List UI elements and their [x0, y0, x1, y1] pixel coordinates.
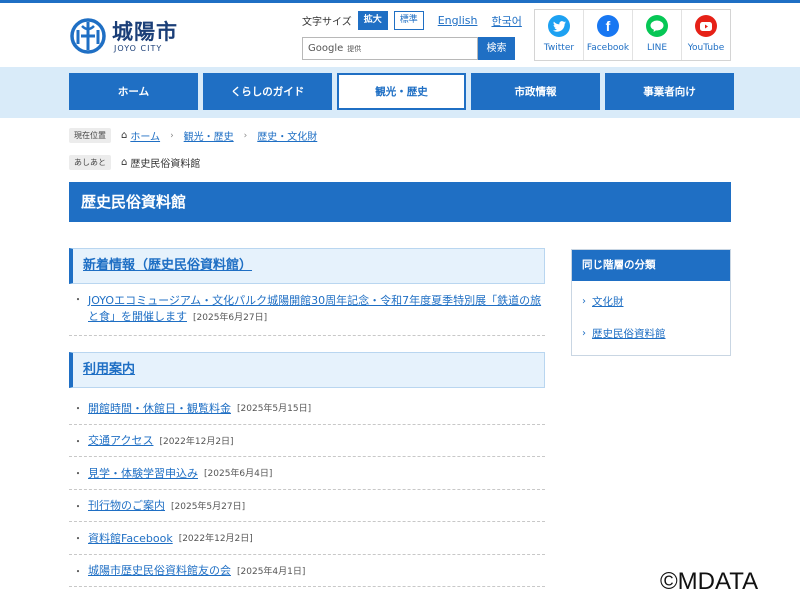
chevron-right-icon: › [582, 327, 586, 339]
guide-item-date: [2025年5月15日] [237, 404, 312, 415]
list-item: ・ 開館時間・休館日・観覧料金 [2025年5月15日] [69, 392, 545, 425]
news-item: ・ JOYOエコミュージアム・文化パルク城陽開館30周年記念・令和7年度夏季特別… [69, 284, 545, 336]
site-search: Google 提供 検索 [302, 37, 515, 60]
sidebar-heading: 同じ階層の分類 [572, 250, 730, 281]
list-item: ・ 交通アクセス [2022年12月2日] [69, 425, 545, 457]
guide-item-link[interactable]: 見学・体験学習申込み [88, 465, 198, 481]
sidebar-item-label[interactable]: 歴史民俗資料館 [592, 326, 666, 341]
line-label: LINE [646, 43, 668, 53]
main-content: 新着情報（歴史民俗資料館） ・ JOYOエコミュージアム・文化パルク城陽開館30… [69, 248, 545, 587]
guide-item-link[interactable]: 刊行物のご案内 [88, 497, 165, 513]
city-emblem-icon [70, 18, 106, 54]
news-heading-text[interactable]: 新着情報（歴史民俗資料館） [83, 258, 252, 273]
news-section-heading[interactable]: 新着情報（歴史民俗資料館） [69, 248, 545, 284]
nav-living-guide[interactable]: くらしのガイド [203, 73, 332, 110]
home-icon: ⌂ [121, 130, 128, 141]
bullet: ・ [73, 404, 83, 416]
bullet: ・ [73, 501, 83, 513]
facebook-icon: f [597, 15, 619, 37]
sidebar-item-history-museum[interactable]: › 歴史民俗資料館 [572, 317, 730, 349]
search-provided-text: 提供 [347, 44, 362, 53]
breadcrumb-home[interactable]: ホーム [130, 128, 160, 143]
bullet: ・ [73, 436, 83, 448]
global-nav: ホーム くらしのガイド 観光・歴史 市政情報 事業者向け [69, 73, 734, 110]
guide-item-date: [2025年5月27日] [171, 501, 246, 512]
guide-item-link[interactable]: 城陽市歴史民俗資料館友の会 [88, 562, 231, 578]
bullet: ・ [73, 566, 83, 578]
chevron-right-icon: › [170, 130, 174, 141]
footprints-tag: あしあと [69, 155, 111, 170]
list-item: ・ 刊行物のご案内 [2025年5月27日] [69, 490, 545, 522]
guide-item-date: [2022年12月2日] [178, 534, 253, 545]
social-links: Twitter f Facebook LINE YouTube [534, 9, 731, 61]
footprint-item: 歴史民俗資料館 [130, 159, 201, 170]
news-item-link[interactable]: JOYOエコミュージアム・文化パルク城陽開館30周年記念・令和7年度夏季特別展「… [88, 294, 541, 323]
logo-subtitle: JOYO CITY [114, 43, 163, 53]
guide-item-date: [2025年4月1日] [237, 566, 306, 577]
bullet: ・ [73, 295, 83, 306]
line-link[interactable]: LINE [633, 10, 682, 60]
google-logo-text: Google [308, 43, 344, 54]
watermark: ©MDATA [660, 568, 759, 595]
list-item: ・ 城陽市歴史民俗資料館友の会 [2025年4月1日] [69, 555, 545, 587]
breadcrumb: 現在位置 ⌂ ホーム › 観光・歴史 › 歴史・文化財 [69, 128, 317, 143]
guide-item-link[interactable]: 開館時間・休館日・観覧料金 [88, 400, 231, 416]
guide-item-link[interactable]: 資料館Facebook [88, 530, 173, 546]
sidebar: 同じ階層の分類 › 文化財 › 歴史民俗資料館 [571, 249, 731, 356]
lang-english-link[interactable]: English [438, 14, 478, 27]
guide-item-date: [2022年12月2日] [159, 436, 234, 447]
search-button[interactable]: 検索 [478, 37, 515, 60]
footprints: あしあと ⌂ 歴史民俗資料館 [69, 155, 200, 170]
youtube-link[interactable]: YouTube [682, 10, 730, 60]
twitter-icon [548, 15, 570, 37]
breadcrumb-tourism-history[interactable]: 観光・歴史 [184, 128, 234, 143]
home-icon: ⌂ [121, 157, 128, 168]
logo-name: 城陽市 [112, 19, 178, 44]
bullet: ・ [73, 469, 83, 481]
sidebar-item-cultural-property[interactable]: › 文化財 [572, 285, 730, 317]
lang-korean-link[interactable]: 한국어 [491, 13, 521, 29]
nav-tourism-history[interactable]: 観光・歴史 [337, 73, 466, 110]
guide-section-heading[interactable]: 利用案内 [69, 352, 545, 388]
news-item-date: [2025年6月27日] [193, 313, 268, 323]
nav-business[interactable]: 事業者向け [605, 73, 734, 110]
line-icon [646, 15, 668, 37]
search-input[interactable]: Google 提供 [302, 37, 478, 60]
guide-item-link[interactable]: 交通アクセス [88, 432, 153, 448]
bullet: ・ [73, 534, 83, 546]
font-size-label: 文字サイズ [302, 17, 352, 28]
youtube-icon [695, 15, 717, 37]
facebook-link[interactable]: f Facebook [584, 10, 633, 60]
font-size-large-button[interactable]: 拡大 [357, 11, 388, 30]
twitter-link[interactable]: Twitter [535, 10, 584, 60]
page-title: 歴史民俗資料館 [69, 182, 731, 222]
twitter-label: Twitter [543, 43, 575, 53]
list-item: ・ 資料館Facebook [2022年12月2日] [69, 522, 545, 555]
current-location-tag: 現在位置 [69, 128, 111, 143]
font-size-normal-button[interactable]: 標準 [393, 11, 424, 30]
youtube-label: YouTube [687, 43, 725, 53]
chevron-right-icon: › [243, 130, 248, 141]
list-item: ・ 見学・体験学習申込み [2025年6月4日] [69, 457, 545, 490]
top-accent-bar [0, 0, 800, 3]
breadcrumb-history-culture[interactable]: 歴史・文化財 [257, 128, 317, 143]
chevron-right-icon: › [582, 295, 586, 307]
nav-home[interactable]: ホーム [69, 73, 198, 110]
font-size-controls: 文字サイズ 拡大 標準 English 한국어 [302, 11, 522, 30]
facebook-label: Facebook [586, 43, 630, 53]
site-logo[interactable]: 城陽市 JOYO CITY [70, 18, 178, 54]
guide-heading-text[interactable]: 利用案内 [83, 362, 135, 377]
nav-city-administration[interactable]: 市政情報 [471, 73, 600, 110]
sidebar-item-label[interactable]: 文化財 [592, 294, 624, 309]
guide-item-date: [2025年6月4日] [204, 469, 273, 480]
